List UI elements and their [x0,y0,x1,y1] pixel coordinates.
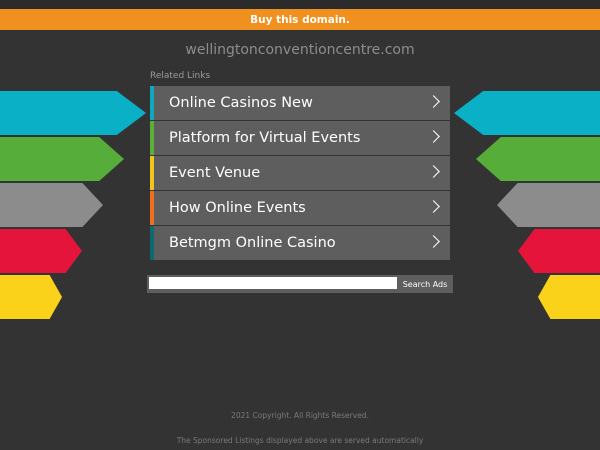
related-link-label: Event Venue [169,165,261,181]
decor-arrow-right [497,183,600,227]
link-color-stripe [150,121,154,155]
chevron-right-icon [427,130,440,143]
search-bar: Search Ads [147,275,453,293]
related-link-label: Online Casinos New [169,95,313,111]
chevron-right-icon [427,200,440,213]
top-strip [0,0,600,9]
related-link-label: How Online Events [169,200,306,216]
related-link-item[interactable]: Online Casinos New [150,86,450,120]
decor-arrow-left [0,229,82,273]
related-links-list: Online Casinos New Platform for Virtual … [150,86,450,261]
related-links-heading: Related Links [150,71,211,81]
search-ads-button[interactable]: Search Ads [399,276,451,292]
buy-domain-banner[interactable]: Buy this domain. [0,9,600,30]
related-link-item[interactable]: Betmgm Online Casino [150,226,450,260]
decor-arrow-right [476,137,600,181]
decor-arrow-left [0,183,103,227]
sponsored-disclaimer: The Sponsored Listings displayed above a… [176,436,424,445]
decor-arrow-left [0,275,62,319]
link-color-stripe [150,86,154,120]
chevron-right-icon [427,165,440,178]
related-link-item[interactable]: Platform for Virtual Events [150,121,450,155]
decor-arrow-right [538,275,600,319]
related-link-item[interactable]: Event Venue [150,156,450,190]
related-link-item[interactable]: How Online Events [150,191,450,225]
link-color-stripe [150,191,154,225]
decor-arrow-right [518,229,600,273]
decor-arrow-left [0,137,124,181]
copyright-text: 2021 Copyright. All Rights Reserved. [231,411,369,420]
chevron-right-icon [427,235,440,248]
site-domain-title: wellingtonconventioncentre.com [185,42,415,58]
decor-arrow-right [454,91,600,135]
chevron-right-icon [427,95,440,108]
link-color-stripe [150,156,154,190]
link-color-stripe [150,226,154,260]
related-link-label: Betmgm Online Casino [169,235,336,251]
decor-arrow-left [0,91,146,135]
search-input[interactable] [149,277,397,289]
related-link-label: Platform for Virtual Events [169,130,361,146]
